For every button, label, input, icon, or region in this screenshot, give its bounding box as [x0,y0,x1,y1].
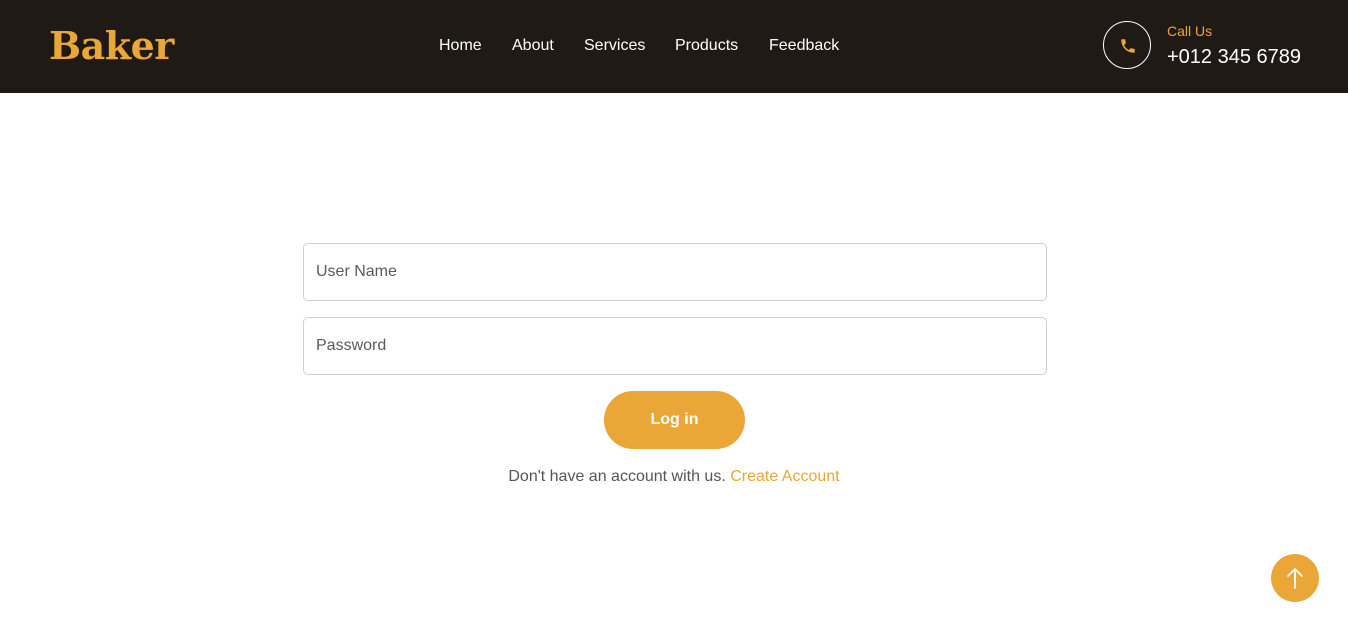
phone-icon [1103,21,1151,69]
nav-link-home[interactable]: Home [439,35,482,57]
create-account-link[interactable]: Create Account [730,468,839,485]
arrow-up-icon [1287,568,1303,589]
login-button[interactable]: Log in [604,391,745,449]
nav-link-services[interactable]: Services [584,35,645,57]
nav-link-feedback[interactable]: Feedback [769,35,839,57]
call-us-label: Call Us [1167,23,1213,39]
signup-prompt-text: Don't have an account with us. [508,468,726,485]
signup-prompt-line: Don't have an account with us. Create Ac… [0,466,1348,488]
password-input[interactable] [303,317,1047,375]
back-to-top-button[interactable] [1271,554,1319,602]
nav-link-about[interactable]: About [512,35,554,57]
navbar: Baker Home About Services Products Feedb… [0,0,1348,93]
phone-number: +012 345 6789 [1167,46,1302,68]
nav-link-products[interactable]: Products [675,35,738,57]
username-input[interactable] [303,243,1047,301]
